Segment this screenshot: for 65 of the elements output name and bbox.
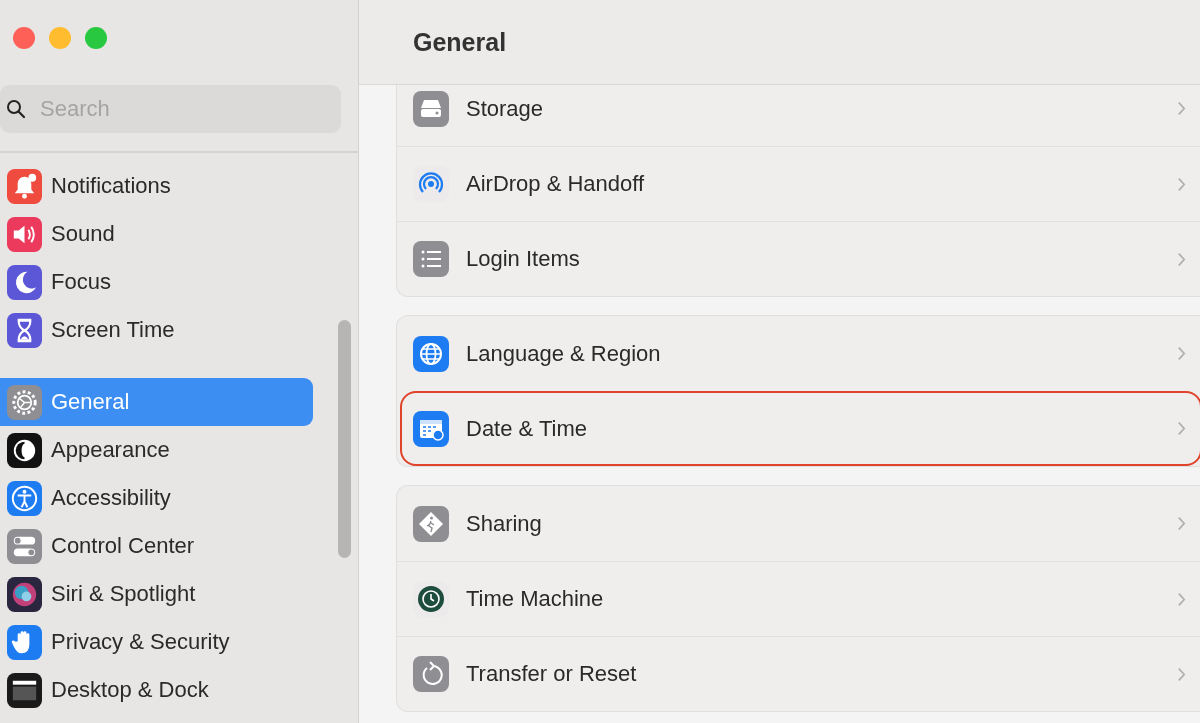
sidebar-item-label: Screen Time xyxy=(51,317,175,343)
settings-row[interactable]: Language & Region xyxy=(397,316,1200,391)
row-label: Date & Time xyxy=(466,415,589,442)
settings-row[interactable]: Login Items xyxy=(397,221,1200,296)
chevron-icon xyxy=(1177,346,1186,361)
hourglass-icon xyxy=(7,312,42,348)
row-label: Sharing xyxy=(466,510,543,537)
sidebar-item[interactable]: Focus xyxy=(0,258,313,306)
bell-icon xyxy=(7,168,42,204)
drive-icon xyxy=(413,90,449,127)
sidebar-item-label: Control Center xyxy=(51,533,195,559)
chevron-icon xyxy=(1177,516,1186,531)
sidebar-item-label: Appearance xyxy=(51,437,170,463)
sidebar-item[interactable]: Control Center xyxy=(0,522,313,570)
sidebar-item-label: General xyxy=(51,389,130,415)
chevron-icon xyxy=(1177,101,1186,116)
row-label: Storage xyxy=(466,95,545,122)
settings-row[interactable]: Sharing xyxy=(397,486,1200,561)
orb-icon xyxy=(7,576,42,612)
row-label: Transfer or Reset xyxy=(466,661,638,687)
speaker-icon xyxy=(7,216,42,252)
chevron-icon xyxy=(1177,251,1186,267)
sidebar-item-label: Sound xyxy=(51,221,115,247)
sidebar-item-label: Notifications xyxy=(51,173,171,199)
settings-row[interactable]: Storage xyxy=(397,85,1200,146)
sidebar-item-label: Privacy & Security xyxy=(51,629,230,655)
calendar-clock-icon xyxy=(413,410,449,447)
list-icon xyxy=(413,241,449,277)
sidebar-item[interactable]: Appearance xyxy=(0,426,313,474)
close-button[interactable] xyxy=(13,27,35,49)
toggle-switches-icon xyxy=(7,528,42,564)
sidebar-item[interactable]: Screen Time xyxy=(0,306,313,354)
sidebar-item[interactable]: Siri & Spotlight xyxy=(0,570,313,618)
hand-icon xyxy=(7,624,42,660)
person-icon xyxy=(7,480,42,516)
settings-row[interactable]: Transfer or Reset xyxy=(397,636,1200,711)
chevron-icon xyxy=(1177,421,1186,436)
scrollbar[interactable] xyxy=(338,320,351,558)
sidebar-item[interactable]: Accessibility xyxy=(0,474,313,522)
chevron-icon xyxy=(1177,591,1186,607)
sidebar-item[interactable]: Sound xyxy=(0,210,313,258)
row-label: Time Machine xyxy=(466,586,605,612)
row-label: Language & Region xyxy=(466,340,662,367)
walking-person-icon xyxy=(413,505,449,542)
sidebar-item[interactable]: Notifications xyxy=(0,162,313,210)
zoom-button[interactable] xyxy=(85,27,107,49)
window-title: General xyxy=(413,27,507,57)
row-label: Login Items xyxy=(466,246,581,272)
chevron-icon xyxy=(1177,176,1186,192)
sidebar-item-label: Accessibility xyxy=(51,485,171,511)
sidebar-item-label: Focus xyxy=(51,269,111,295)
gear-icon xyxy=(7,384,42,420)
settings-row[interactable]: Date & Time xyxy=(400,391,1200,466)
sidebar-item-label: Siri & Spotlight xyxy=(51,581,196,607)
moon-icon xyxy=(7,264,42,300)
chevron-icon xyxy=(1177,666,1186,682)
settings-row[interactable]: Time Machine xyxy=(397,561,1200,636)
sidebar-item[interactable]: Privacy & Security xyxy=(0,618,313,666)
row-label: AirDrop & Handoff xyxy=(466,171,646,197)
monitor-icon xyxy=(7,672,42,708)
globe-icon xyxy=(413,335,449,372)
sidebar-item-label: Desktop & Dock xyxy=(51,677,209,703)
sidebar-item[interactable]: Desktop & Dock xyxy=(0,666,313,714)
minimize-button[interactable] xyxy=(49,27,71,49)
settings-row[interactable]: AirDrop & Handoff xyxy=(397,146,1200,221)
